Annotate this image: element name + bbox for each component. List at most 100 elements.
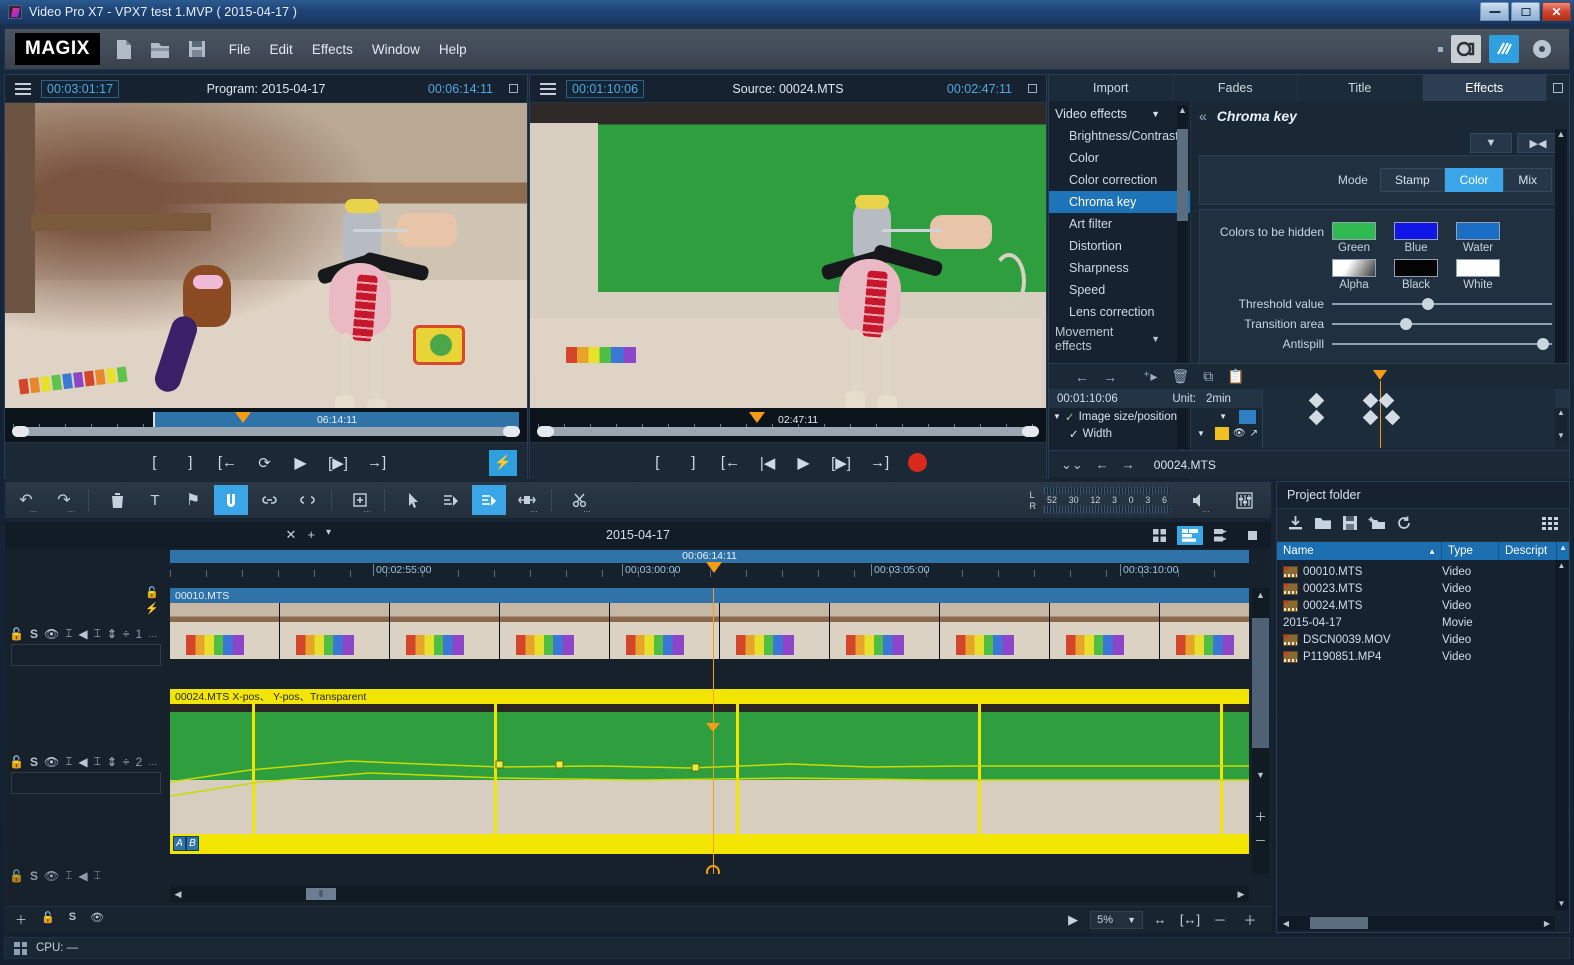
column-type[interactable]: Type [1442, 542, 1499, 560]
menu-effects[interactable]: Effects [312, 42, 353, 57]
scroll-up-arrow-icon[interactable]: ▲ [1555, 560, 1568, 572]
source-monitor-screen[interactable] [530, 103, 1046, 408]
timeline-playhead-marker[interactable] [706, 562, 722, 573]
close-button[interactable]: ✕ [1542, 2, 1571, 21]
swatch-green[interactable]: Green [1332, 222, 1376, 254]
program-playhead[interactable] [235, 412, 251, 423]
fit-selection-icon[interactable]: [↔] [1177, 910, 1203, 929]
antispill-slider[interactable] [1332, 338, 1552, 350]
swatch-water[interactable]: Water [1456, 222, 1500, 254]
record-arm-icon[interactable]: ⌶ [94, 754, 101, 769]
timeline-horizontal-scrollbar[interactable]: ◀ ⦀ ▶ [170, 886, 1249, 902]
project-folder-vertical-scrollbar[interactable]: ▲ ▼ [1555, 560, 1568, 910]
tab-fades[interactable]: Fades [1174, 75, 1299, 101]
source-current-time[interactable]: 00:01:10:06 [566, 80, 644, 98]
ratio-icon[interactable]: ÷ [123, 755, 130, 769]
record-icon[interactable] [908, 453, 927, 472]
swatch-black[interactable]: Black [1394, 259, 1438, 291]
add-keyframe-icon[interactable]: ⁺▸ [1143, 368, 1157, 385]
fullscreen-icon[interactable] [1239, 526, 1265, 545]
color-chip-icon[interactable] [1215, 427, 1229, 440]
keyframe-marker[interactable] [1363, 393, 1379, 409]
scroll-right-arrow-icon[interactable]: ▶ [1233, 889, 1249, 900]
refresh-icon[interactable] [1396, 515, 1412, 535]
timeline-vertical-scrollbar[interactable]: ▲ ▼ ＋ － [1252, 588, 1269, 874]
keyframe-marker[interactable] [1385, 410, 1401, 426]
fade-icon[interactable]: ⇕ [107, 627, 117, 641]
lock-icon[interactable]: 🔓 [9, 869, 24, 883]
set-in-point-button[interactable]: [ [146, 454, 163, 471]
menu-help[interactable]: Help [439, 42, 467, 57]
mixer-icon[interactable] [1227, 485, 1261, 515]
undo-icon[interactable]: ↶… [9, 485, 43, 515]
solo-icon[interactable]: S [30, 869, 38, 883]
speaker-icon[interactable]: ◀ [78, 627, 87, 641]
add-track-plus-icon[interactable]: ＋ [1252, 810, 1269, 824]
open-folder-icon[interactable] [146, 35, 174, 63]
list-item[interactable]: DSCN0039.MOV Video [1277, 631, 1569, 648]
fit-width-icon[interactable]: ↔ [1147, 910, 1173, 929]
chevron-down-icon[interactable]: ▼ [1151, 334, 1160, 344]
mode-mix-button[interactable]: Mix [1503, 168, 1552, 192]
timeline-clip-00010[interactable]: 00010.MTS [170, 588, 1249, 659]
keyframe-row-width[interactable]: ✓ Width ▼ 👁 ↗ [1049, 425, 1262, 442]
set-out-point-button[interactable]: ] [685, 454, 702, 471]
menu-edit[interactable]: Edit [270, 42, 293, 57]
tab-effects[interactable]: Effects [1423, 75, 1548, 101]
delete-icon[interactable] [100, 485, 134, 515]
save-icon[interactable] [1342, 515, 1358, 535]
close-project-icon[interactable]: ✕ [285, 527, 296, 543]
jump-to-start-button[interactable]: [← [721, 454, 740, 471]
single-object-mode-icon[interactable] [434, 485, 468, 515]
effect-color[interactable]: Color [1049, 147, 1190, 169]
step-forward-button[interactable]: [▶] [831, 454, 851, 472]
scroll-up-arrow-icon[interactable]: ▲ [1177, 105, 1188, 116]
copy-icon[interactable]: ⧉ [1203, 368, 1213, 385]
threshold-value-slider[interactable] [1332, 298, 1552, 310]
set-out-point-button[interactable]: ] [182, 454, 199, 471]
scroll-down-arrow-icon[interactable]: ▼ [1555, 898, 1568, 910]
cut-scissors-icon[interactable]: … [563, 485, 597, 515]
delete-keyframe-icon[interactable]: 🗑 [1171, 368, 1189, 385]
track-2-name-field[interactable] [11, 772, 161, 794]
keyframe-row-image-size-position[interactable]: ▼ ✓ Image size/position ▼ [1049, 408, 1262, 425]
tab-import[interactable]: Import [1049, 75, 1174, 101]
hamburger-icon[interactable] [540, 83, 556, 95]
menu-file[interactable]: File [229, 42, 251, 57]
dvd-icon[interactable] [1527, 35, 1557, 63]
stretch-mode-icon[interactable]: … [510, 485, 544, 515]
jump-to-end-button[interactable]: →] [870, 454, 889, 471]
source-scrollbar[interactable] [538, 427, 1038, 436]
minimize-button[interactable] [1480, 2, 1509, 21]
burn-disc-icon[interactable] [1451, 35, 1481, 63]
source-playhead[interactable] [749, 412, 765, 423]
paste-icon[interactable]: 📋 [1227, 368, 1244, 385]
jump-to-end-button[interactable]: →] [367, 454, 386, 471]
preset-dropdown-icon[interactable]: ▼ [1470, 133, 1512, 153]
add-project-icon[interactable]: + [307, 527, 315, 543]
track-1-name-field[interactable] [11, 644, 161, 666]
prev-keyframe-icon[interactable]: ← [1075, 369, 1089, 385]
track-lock-all-icon[interactable]: 🔓 [145, 586, 159, 599]
mode-stamp-button[interactable]: Stamp [1380, 168, 1445, 192]
list-item[interactable]: 00010.MTS Video [1277, 563, 1569, 580]
panel-expand-button[interactable] [1547, 75, 1569, 101]
scene-overview-icon[interactable] [1208, 526, 1234, 545]
next-object-icon[interactable]: → [1122, 457, 1135, 472]
play-small-icon[interactable]: ▶ [1060, 910, 1086, 929]
loop-button[interactable]: ⟳ [256, 454, 273, 472]
previous-object-icon[interactable]: ← [1096, 457, 1109, 472]
collapse-double-down-icon[interactable]: ⌄⌄ [1061, 457, 1083, 473]
zoom-level-select[interactable]: 5% ▼ [1090, 911, 1143, 929]
add-track-icon[interactable]: … [343, 485, 377, 515]
play-button[interactable]: ▶ [292, 453, 309, 473]
record-arm-icon[interactable]: ⌶ [94, 868, 101, 883]
keyframe-curve-icon[interactable] [1239, 410, 1256, 424]
grid-icon[interactable] [14, 942, 27, 955]
scroll-down-arrow-icon[interactable]: ▼ [1252, 768, 1269, 782]
lock-icon[interactable]: 🔓 [9, 627, 24, 641]
swatch-white[interactable]: White [1456, 259, 1500, 291]
mode-color-button[interactable]: Color [1445, 168, 1504, 192]
timeline-ruler[interactable]: 00:06:14:11 00:02:55:00 00:03:00:00 00:0… [170, 548, 1249, 588]
zoom-out-icon[interactable]: － [1207, 910, 1233, 929]
